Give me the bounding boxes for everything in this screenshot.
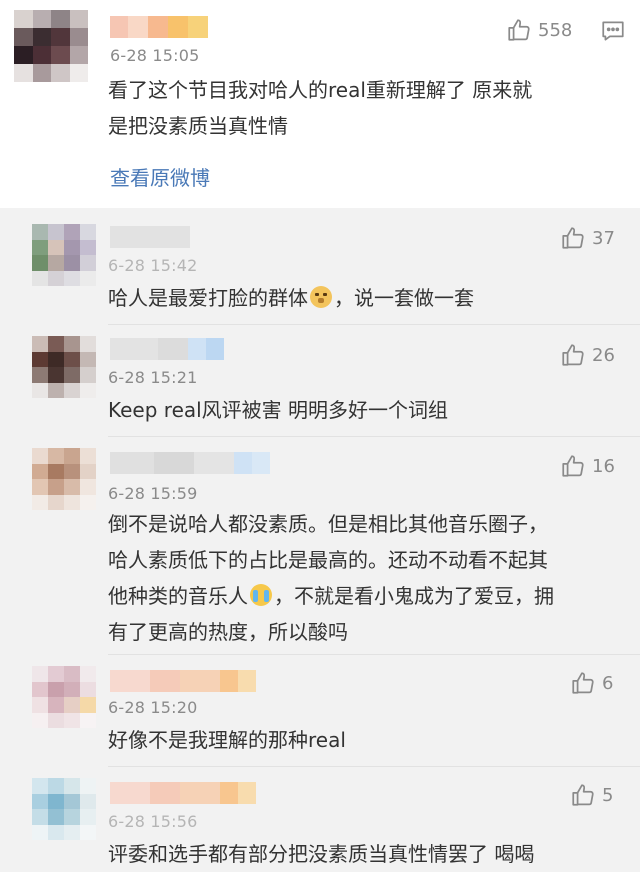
like-button[interactable]: 6 xyxy=(570,670,613,696)
avatar[interactable] xyxy=(32,336,96,398)
comment-time: 6-28 15:20 xyxy=(108,698,198,717)
thumbs-up-icon xyxy=(572,672,594,694)
view-original-link[interactable]: 查看原微博 xyxy=(110,162,210,191)
reply-text-segment: ，说一套做一套 xyxy=(334,286,474,310)
username-blurred[interactable] xyxy=(110,16,208,38)
comment-text-line: 是把没素质当真性情 xyxy=(108,114,288,138)
avatar[interactable] xyxy=(32,448,96,510)
reply-text-segment: ，不就是看小鬼成为了爱豆，拥 xyxy=(274,584,554,608)
reply-text-segment: 哈人是最爱打脸的群体 xyxy=(108,286,308,310)
like-count: 5 xyxy=(602,784,614,806)
reply-text: 倒不是说哈人都没素质。但是相比其他音乐圈子， 哈人素质低下的占比是最高的。还动不… xyxy=(108,506,628,650)
avatar[interactable] xyxy=(32,666,96,728)
like-count: 37 xyxy=(592,227,615,249)
thumbs-up-icon xyxy=(562,344,584,366)
reply-text-line: 倒不是说哈人都没素质。但是相比其他音乐圈子， xyxy=(108,512,548,536)
divider xyxy=(108,436,640,437)
thumbs-up-icon xyxy=(508,19,530,41)
comment-time: 6-28 15:56 xyxy=(108,812,198,831)
comment-text: 看了这个节目我对哈人的real重新理解了 原来就 是把没素质当真性情 xyxy=(108,72,628,144)
reply-text-segment: 他种类的音乐人 xyxy=(108,584,248,608)
thumbs-up-icon xyxy=(572,784,594,806)
comment-time: 6-28 15:42 xyxy=(108,256,198,275)
main-comment: 6-28 15:05 558 看了这个节目我对哈人的real重新理解了 原来就 … xyxy=(0,0,640,208)
like-button[interactable]: 5 xyxy=(570,782,613,808)
like-count: 26 xyxy=(592,344,615,366)
doge-emoji-icon xyxy=(310,286,332,308)
comment-icon[interactable] xyxy=(600,18,626,44)
reply-text: 好像不是我理解的那种real xyxy=(108,728,346,752)
like-button[interactable]: 26 xyxy=(560,342,615,368)
reply-text: 评委和选手都有部分把没素质当真性情罢了 喝喝 xyxy=(108,842,535,866)
username-blurred[interactable] xyxy=(110,226,190,248)
like-button[interactable]: 37 xyxy=(560,225,615,251)
reply-text-line: 有了更高的热度，所以酸吗 xyxy=(108,620,348,644)
comment-time: 6-28 15:59 xyxy=(108,484,198,503)
username-blurred[interactable] xyxy=(110,670,256,692)
like-count: 558 xyxy=(538,19,573,41)
like-button[interactable]: 558 xyxy=(506,17,572,43)
avatar[interactable] xyxy=(32,778,96,840)
like-count: 16 xyxy=(592,455,615,477)
reply-text: Keep real风评被害 明明多好一个词组 xyxy=(108,398,449,422)
divider xyxy=(108,766,640,767)
divider xyxy=(108,324,640,325)
reply-text-line: 他种类的音乐人 ，不就是看小鬼成为了爱豆，拥 xyxy=(108,578,628,614)
comment-time: 6-28 15:05 xyxy=(110,46,200,65)
reply-text-line: 哈人素质低下的占比是最高的。还动不动看不起其 xyxy=(108,548,548,572)
like-button[interactable]: 16 xyxy=(560,453,615,479)
thumbs-up-icon xyxy=(562,455,584,477)
username-blurred[interactable] xyxy=(110,452,270,474)
avatar[interactable] xyxy=(32,224,96,286)
thumbs-up-icon xyxy=(562,227,584,249)
comment-text-line: 看了这个节目我对哈人的real重新理解了 原来就 xyxy=(108,78,533,102)
username-blurred[interactable] xyxy=(110,338,224,360)
reply-text: 哈人是最爱打脸的群体 ，说一套做一套 xyxy=(108,280,474,316)
username-blurred[interactable] xyxy=(110,782,256,804)
divider xyxy=(108,654,640,655)
crying-emoji-icon xyxy=(250,584,272,606)
avatar[interactable] xyxy=(14,10,88,82)
comment-time: 6-28 15:21 xyxy=(108,368,198,387)
like-count: 6 xyxy=(602,672,614,694)
